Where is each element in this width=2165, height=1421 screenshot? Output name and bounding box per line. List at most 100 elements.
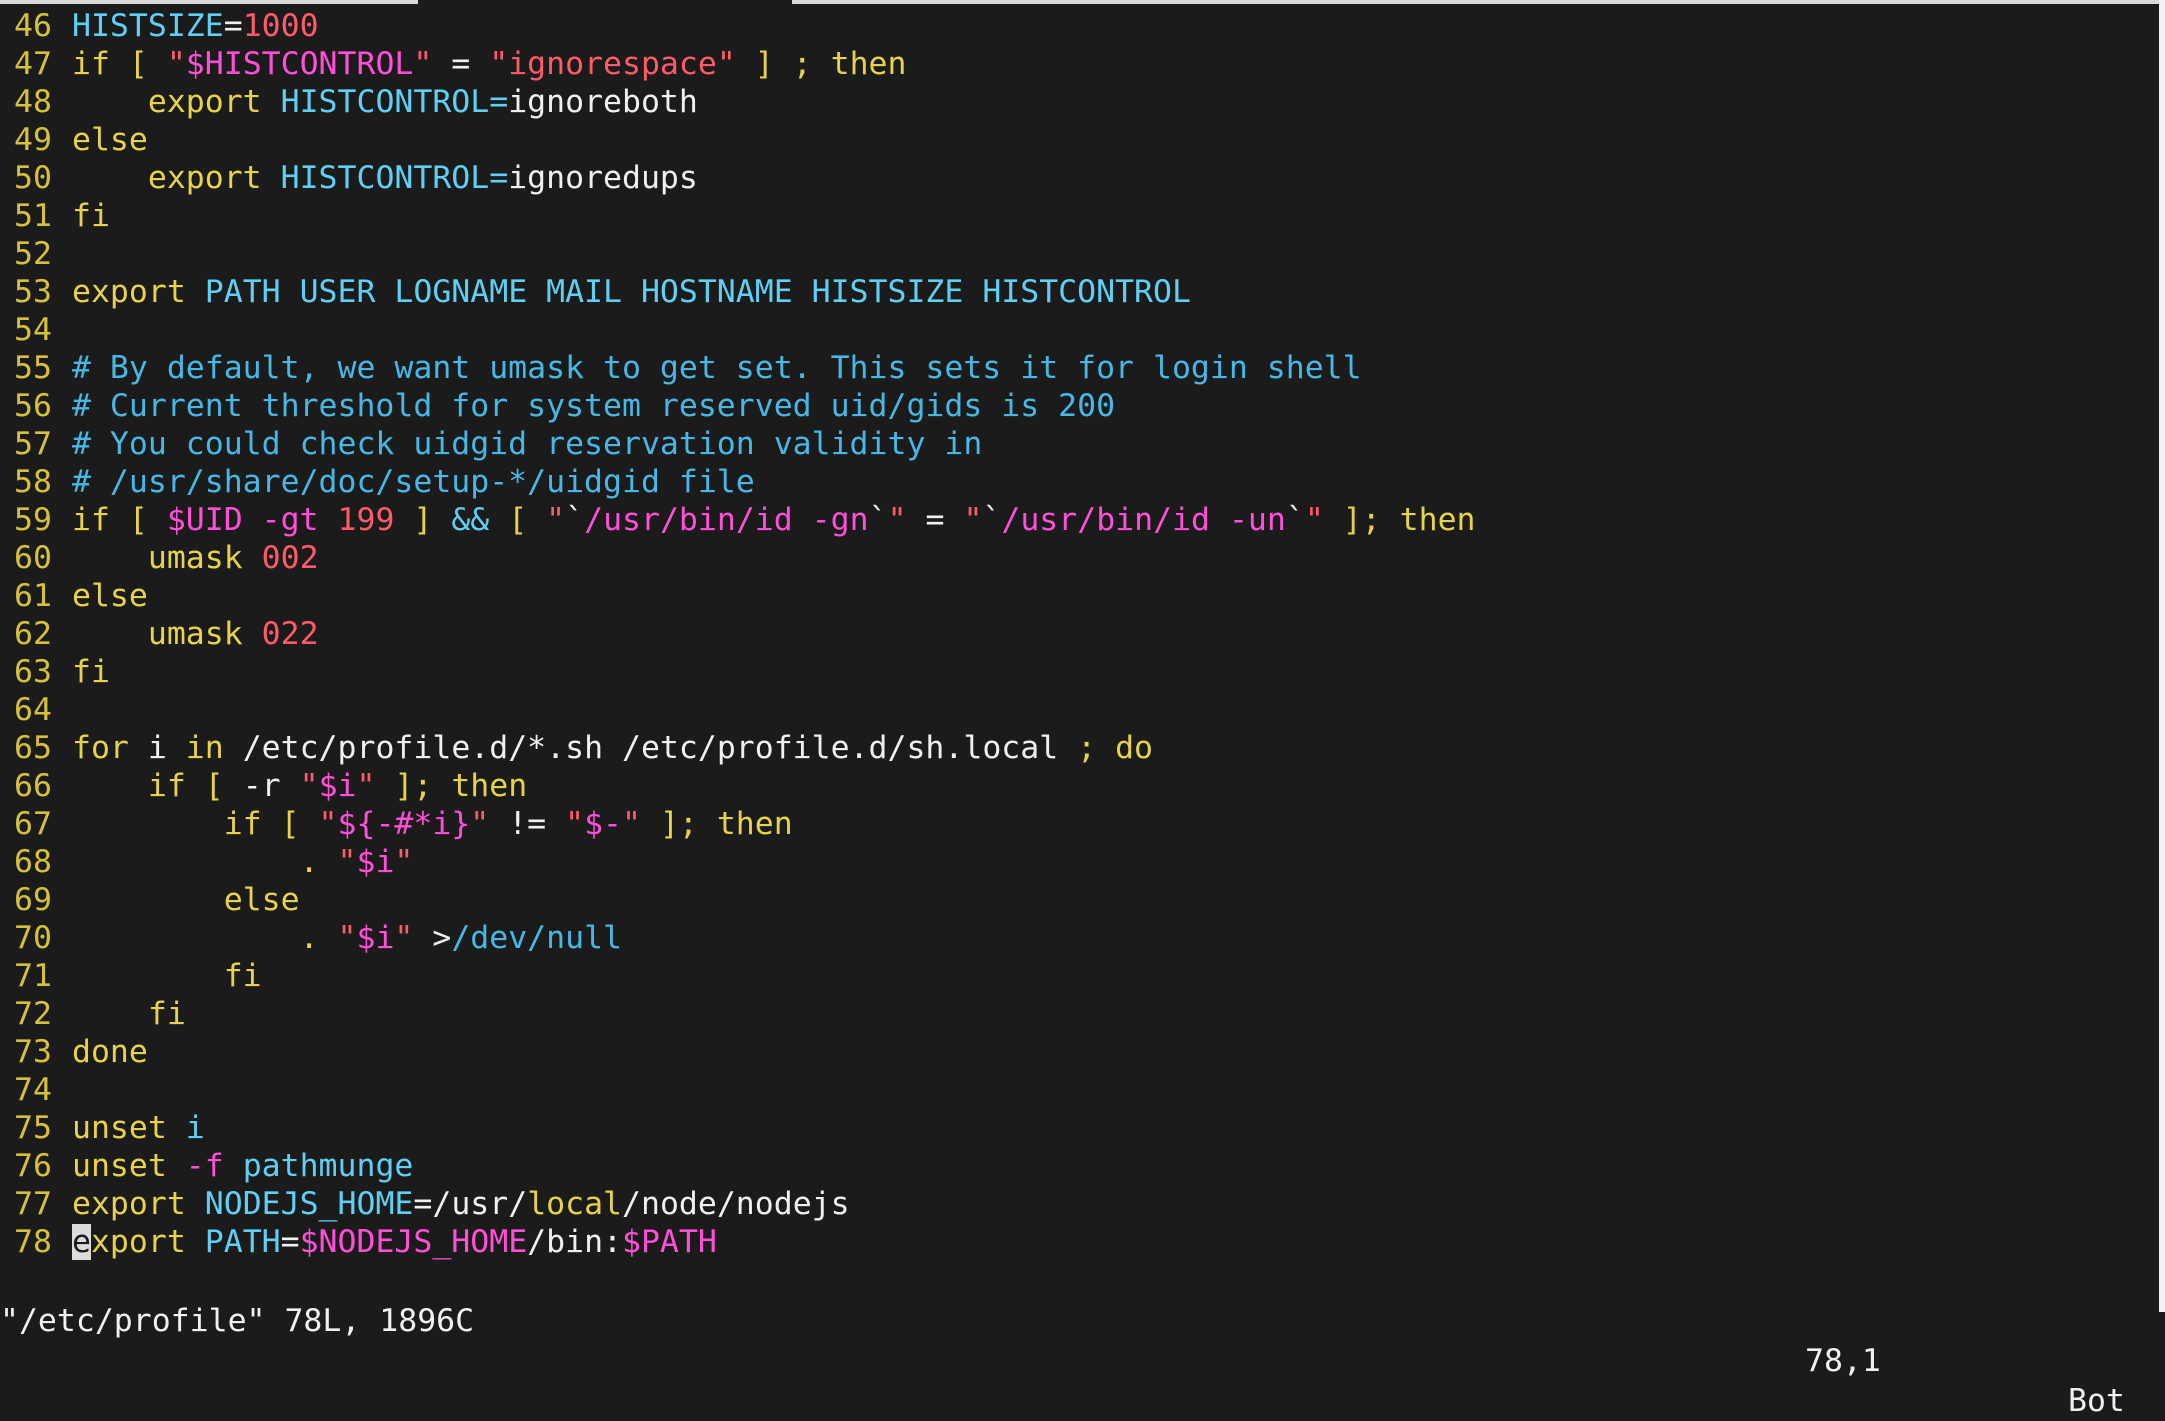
line-code: export NODEJS_HOME=/usr/local/node/nodej… [72, 1185, 850, 1223]
code-line[interactable]: 76 unset -f pathmunge [0, 1147, 2150, 1185]
code-line[interactable]: 60 umask 002 [0, 539, 2150, 577]
syntax-token: HISTCONTROL [280, 84, 490, 120]
syntax-token: 022 [261, 616, 319, 652]
syntax-token: ] ; then [735, 46, 907, 82]
line-code: umask 022 [72, 615, 319, 653]
line-code: if [ "${-#*i}" != "$-" ]; then [72, 805, 793, 843]
code-line[interactable]: 50 export HISTCONTROL=ignoredups [0, 159, 2150, 197]
code-line[interactable]: 57 # You could check uidgid reservation v… [0, 425, 2150, 463]
syntax-token: fi [72, 958, 262, 994]
line-code: # You could check uidgid reservation val… [72, 425, 982, 463]
code-line[interactable]: 63 fi [0, 653, 2150, 691]
line-code: if [ -r "$i" ]; then [72, 767, 527, 805]
syntax-token: && [451, 502, 490, 538]
line-number: 75 [14, 1110, 52, 1146]
syntax-token: /usr/bin/id -gn [584, 502, 869, 538]
syntax-token: $PATH [622, 1224, 717, 1260]
line-code: . "$i" [72, 843, 414, 881]
line-number: 66 [14, 768, 52, 804]
syntax-token: if [ [72, 768, 243, 804]
line-number: 50 [14, 160, 52, 196]
syntax-token: $i [318, 768, 357, 804]
line-number: 58 [14, 464, 52, 500]
code-line[interactable]: 49 else [0, 121, 2150, 159]
code-line[interactable]: 73 done [0, 1033, 2150, 1071]
line-number: 52 [14, 236, 52, 272]
code-line[interactable]: 69 else [0, 881, 2150, 919]
syntax-token: = [432, 46, 490, 82]
syntax-token: xport [90, 1224, 205, 1260]
code-line[interactable]: 68 . "$i" [0, 843, 2150, 881]
syntax-token: export [72, 274, 205, 310]
line-number: 76 [14, 1148, 52, 1184]
line-number: 55 [14, 350, 52, 386]
top-edge-segment-left [0, 0, 418, 4]
line-number: 72 [14, 996, 52, 1032]
syntax-token: # /usr/share/doc/setup-*/uidgid file [72, 464, 755, 500]
line-number: 51 [14, 198, 52, 234]
syntax-token: " [394, 920, 414, 956]
code-line[interactable]: 77 export NODEJS_HOME=/usr/local/node/nod… [0, 1185, 2150, 1223]
syntax-token: PATH USER LOGNAME MAIL HOSTNAME HISTSIZE… [204, 274, 1191, 310]
line-code: for i in /etc/profile.d/*.sh /etc/profil… [72, 729, 1153, 767]
syntax-token: $i [356, 844, 395, 880]
syntax-token: pathmunge [242, 1148, 414, 1184]
line-code: else [72, 577, 148, 615]
line-number: 59 [14, 502, 52, 538]
code-line[interactable]: 66 if [ -r "$i" ]; then [0, 767, 2150, 805]
syntax-token: 002 [261, 540, 319, 576]
code-line[interactable]: 78 export PATH=$NODEJS_HOME/bin:$PATH [0, 1223, 2150, 1261]
line-code: fi [72, 995, 186, 1033]
line-code: fi [72, 653, 110, 691]
code-line[interactable]: 48 export HISTCONTROL=ignoreboth [0, 83, 2150, 121]
syntax-token: " [1304, 502, 1324, 538]
syntax-token: " [356, 768, 376, 804]
code-line[interactable]: 56 # Current threshold for system reserve… [0, 387, 2150, 425]
syntax-token: export [72, 84, 281, 120]
code-line[interactable]: 62 umask 022 [0, 615, 2150, 653]
syntax-token: fi [72, 654, 110, 690]
code-line[interactable]: 47 if [ "$HISTCONTROL" = "ignorespace" ] … [0, 45, 2150, 83]
line-number: 49 [14, 122, 52, 158]
code-line[interactable]: 65 for i in /etc/profile.d/*.sh /etc/prof… [0, 729, 2150, 767]
syntax-token: -r [242, 768, 300, 804]
code-line[interactable]: 71 fi [0, 957, 2150, 995]
code-line[interactable]: 55 # By default, we want umask to get set… [0, 349, 2150, 387]
syntax-token: else [72, 578, 148, 614]
line-code: fi [72, 197, 110, 235]
line-code: export HISTCONTROL=ignoredups [72, 159, 698, 197]
syntax-token: "ignorespace" [489, 46, 736, 82]
code-line[interactable]: 64 [0, 691, 2150, 729]
code-line[interactable]: 59 if [ $UID -gt 199 ] && [ "`/usr/bin/id… [0, 501, 2150, 539]
line-number: 56 [14, 388, 52, 424]
code-line[interactable]: 53 export PATH USER LOGNAME MAIL HOSTNAME… [0, 273, 2150, 311]
code-line[interactable]: 52 [0, 235, 2150, 273]
code-line[interactable]: 51 fi [0, 197, 2150, 235]
line-code: else [72, 121, 148, 159]
line-number: 77 [14, 1186, 52, 1222]
text-cursor: e [72, 1224, 91, 1260]
code-line[interactable]: 75 unset i [0, 1109, 2150, 1147]
syntax-token: /usr/ [432, 1186, 528, 1222]
code-line[interactable]: 72 fi [0, 995, 2150, 1033]
syntax-token: > [413, 920, 452, 956]
syntax-token: ` [565, 502, 585, 538]
syntax-token: ignoredups [508, 160, 698, 196]
code-line[interactable]: 54 [0, 311, 2150, 349]
syntax-token: /dev/null [451, 920, 623, 956]
line-number: 60 [14, 540, 52, 576]
syntax-token: fi [72, 198, 110, 234]
code-line[interactable]: 67 if [ "${-#*i}" != "$-" ]; then [0, 805, 2150, 843]
line-code: fi [72, 957, 262, 995]
syntax-token: umask [72, 540, 262, 576]
line-number: 46 [14, 8, 52, 44]
code-line[interactable]: 58 # /usr/share/doc/setup-*/uidgid file [0, 463, 2150, 501]
code-line[interactable]: 74 [0, 1071, 2150, 1109]
vim-editor-buffer[interactable]: 46 HISTSIZE=1000 47 if [ "$HISTCONTROL" = "… [0, 7, 2150, 1261]
code-line[interactable]: 61 else [0, 577, 2150, 615]
code-line[interactable]: 70 . "$i" >/dev/null [0, 919, 2150, 957]
code-line[interactable]: 46 HISTSIZE=1000 [0, 7, 2150, 45]
syntax-token: = [489, 160, 509, 196]
line-code: # Current threshold for system reserved … [72, 387, 1115, 425]
syntax-token: ]; then [375, 768, 528, 804]
